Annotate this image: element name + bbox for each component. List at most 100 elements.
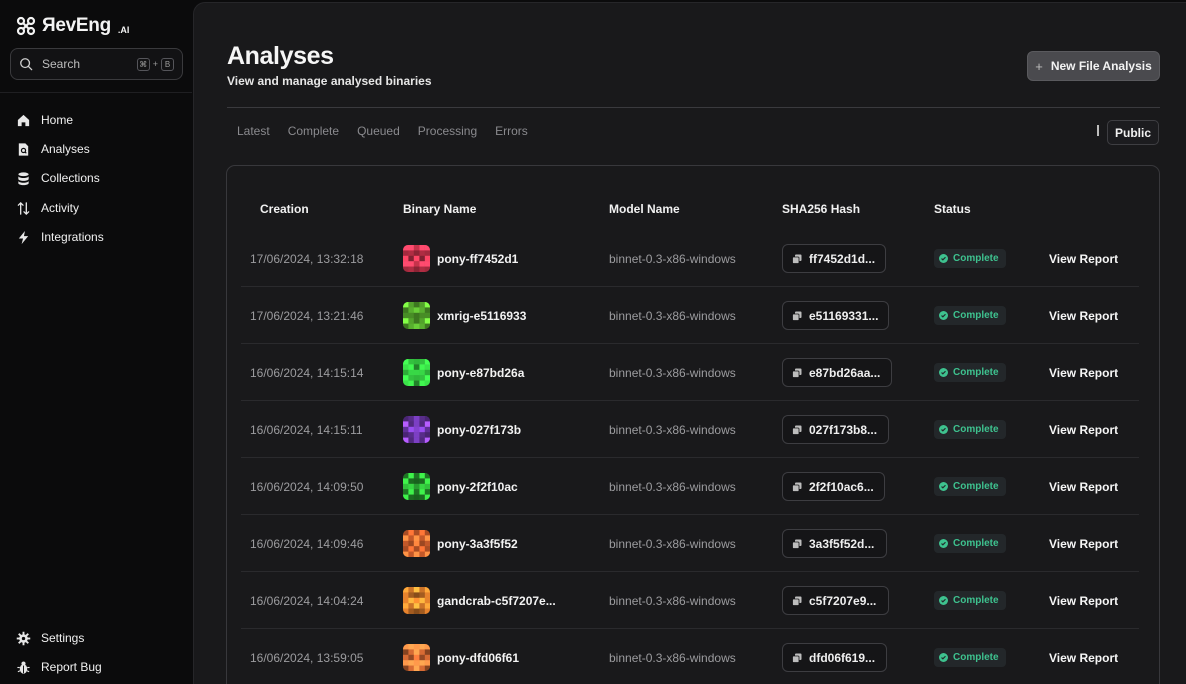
tab-processing[interactable]: Processing [418,124,477,138]
sidebar-item-report-bug[interactable]: Report Bug [16,657,102,677]
tab-errors[interactable]: Errors [495,124,528,138]
sha256-hash: dfd06f619... [809,650,876,665]
shortcut-plus: + [152,59,158,69]
sidebar-item-analyses[interactable]: Analyses [16,139,90,159]
sha256-copy-button[interactable]: dfd06f619... [782,643,887,672]
sha256-copy-button[interactable]: 027f173b8... [782,415,889,444]
table-row[interactable]: 16/06/2024, 14:04:24 gandcrab-c5f7207e..… [227,572,1139,629]
model-name: binnet-0.3-x86-windows [609,422,736,437]
sidebar-item-label: Analyses [41,142,90,156]
status-badge: Complete [934,591,1006,610]
copy-icon [792,596,802,606]
view-report-link[interactable]: View Report [1049,572,1118,629]
new-file-analysis-button[interactable]: + New File Analysis [1027,51,1160,81]
binary-name: pony-dfd06f61 [437,650,520,665]
logo[interactable]: ЯevEng .AI [16,14,129,38]
tab-complete[interactable]: Complete [288,124,339,138]
view-report-link[interactable]: View Report [1049,401,1118,458]
table-row[interactable]: 16/06/2024, 14:15:14 pony-e87bd26a binne… [227,344,1139,401]
sha256-copy-button[interactable]: 2f2f10ac6... [782,472,885,501]
binary-identicon [403,644,430,671]
model-name: binnet-0.3-x86-windows [609,308,736,323]
sha256-copy-button[interactable]: c5f7207e9... [782,586,889,615]
sha256-copy-button[interactable]: e87bd26aa... [782,358,892,387]
column-header-binary-name[interactable]: Binary Name [403,202,476,216]
view-report-link[interactable]: View Report [1049,230,1118,287]
creation-date: 17/06/2024, 13:32:18 [250,251,364,266]
sidebar-item-activity[interactable]: Activity [16,198,79,218]
model-name: binnet-0.3-x86-windows [609,536,736,551]
sidebar-item-label: Home [41,113,74,127]
logo-icon [16,16,36,36]
main-panel: Analyses View and manage analysed binari… [193,2,1186,684]
column-header-status[interactable]: Status [934,202,971,216]
public-toggle-button[interactable]: Public [1107,120,1159,145]
table-row[interactable]: 17/06/2024, 13:32:18 pony-ff7452d1 binne… [227,230,1139,287]
copy-icon [792,482,802,492]
view-report-link[interactable]: View Report [1049,515,1118,572]
sha256-copy-button[interactable]: 3a3f5f52d... [782,529,887,558]
copy-icon [792,311,802,321]
sha256-hash: e87bd26aa... [809,365,881,380]
tab-queued[interactable]: Queued [357,124,400,138]
binary-name-cell[interactable]: pony-dfd06f61 [403,629,519,684]
column-header-creation[interactable]: Creation [260,202,309,216]
tab-latest[interactable]: Latest [237,124,270,138]
check-circle-icon [939,425,948,434]
sidebar-item-settings[interactable]: Settings [16,628,84,648]
binary-name-cell[interactable]: pony-027f173b [403,401,521,458]
binary-name-cell[interactable]: pony-3a3f5f52 [403,515,518,572]
activity-icon [17,201,30,215]
view-report-link[interactable]: View Report [1049,458,1118,515]
creation-date: 16/06/2024, 14:15:14 [250,365,364,380]
tab-separator [1097,125,1099,136]
check-circle-icon [939,482,948,491]
sha256-hash: ff7452d1d... [809,251,876,266]
binary-identicon [403,416,430,443]
binary-name-cell[interactable]: pony-ff7452d1 [403,230,518,287]
copy-icon [792,539,802,549]
check-circle-icon [939,254,948,263]
sha256-copy-button[interactable]: e51169331... [782,301,889,330]
table-row[interactable]: 16/06/2024, 14:15:11 pony-027f173b binne… [227,401,1139,458]
check-circle-icon [939,311,948,320]
view-report-link[interactable]: View Report [1049,287,1118,344]
view-report-link[interactable]: View Report [1049,629,1118,684]
table-row[interactable]: 16/06/2024, 14:09:50 pony-2f2f10ac binne… [227,458,1139,515]
sidebar-divider [0,92,192,93]
status-badge: Complete [934,249,1006,268]
sidebar-item-label: Integrations [41,230,104,244]
sha256-copy-button[interactable]: ff7452d1d... [782,244,886,273]
binary-name-cell[interactable]: xmrig-e5116933 [403,287,526,344]
status-label: Complete [953,595,999,606]
sidebar-item-label: Settings [41,631,85,645]
creation-date: 16/06/2024, 13:59:05 [250,650,364,665]
table-row[interactable]: 17/06/2024, 13:21:46 xmrig-e5116933 binn… [227,287,1139,344]
status-badge: Complete [934,420,1006,439]
sidebar-item-home[interactable]: Home [16,110,73,130]
status-label: Complete [953,253,999,264]
sidebar-item-integrations[interactable]: Integrations [16,227,104,247]
binary-name: pony-3a3f5f52 [437,536,518,551]
integrations-icon [18,230,29,244]
view-report-link[interactable]: View Report [1049,344,1118,401]
model-name: binnet-0.3-x86-windows [609,650,736,665]
analyses-table: Creation Binary Name Model Name SHA256 H… [226,165,1160,684]
binary-name: pony-2f2f10ac [437,479,518,494]
binary-identicon [403,530,430,557]
search-input[interactable]: Search ⌘ + B [10,48,183,80]
binary-name-cell[interactable]: pony-e87bd26a [403,344,524,401]
column-header-model-name[interactable]: Model Name [609,202,680,216]
binary-name-cell[interactable]: gandcrab-c5f7207e... [403,572,556,629]
sidebar-item-collections[interactable]: Collections [16,168,100,188]
table-row[interactable]: 16/06/2024, 13:59:05 pony-dfd06f61 binne… [227,629,1139,684]
column-header-sha256[interactable]: SHA256 Hash [782,202,860,216]
binary-name-cell[interactable]: pony-2f2f10ac [403,458,518,515]
check-circle-icon [939,539,948,548]
collections-icon [18,171,29,185]
binary-identicon [403,587,430,614]
model-name: binnet-0.3-x86-windows [609,479,736,494]
binary-identicon [403,359,430,386]
sidebar-item-label: Collections [41,171,100,185]
table-row[interactable]: 16/06/2024, 14:09:46 pony-3a3f5f52 binne… [227,515,1139,572]
